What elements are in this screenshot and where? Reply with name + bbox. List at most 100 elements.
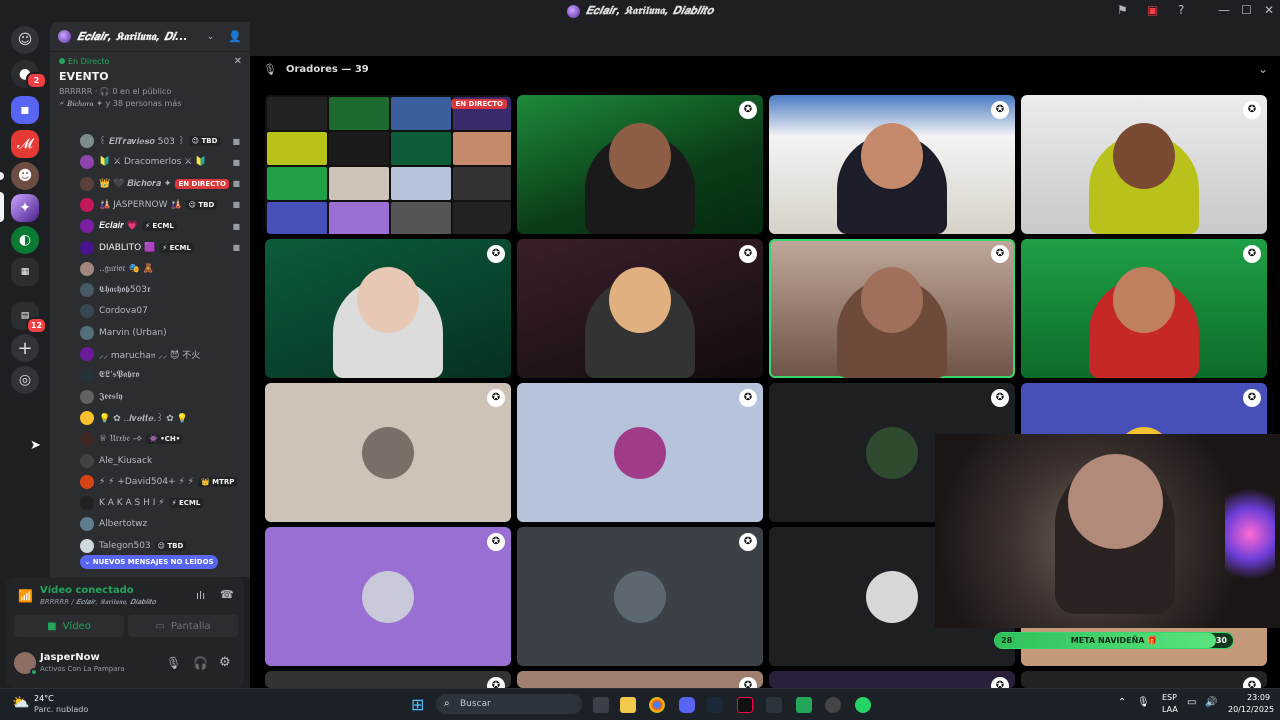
- screen-share-button[interactable]: ▭ Pantalla: [128, 615, 238, 637]
- member-row[interactable]: K A K A S H I ⚡ ⚡ ECML: [80, 493, 240, 513]
- microphone-icon[interactable]: 🎙: [166, 656, 181, 670]
- help-icon[interactable]: ?: [1178, 3, 1184, 17]
- member-row[interactable]: 𝕵𝖊𝖊𝖘𝖑𝖞: [80, 387, 240, 407]
- add-member-icon[interactable]: 👤: [228, 30, 242, 43]
- steam-icon[interactable]: [707, 697, 723, 713]
- network-icon[interactable]: ▭: [1187, 697, 1196, 708]
- member-row[interactable]: 💡 ✿ ..𝑰𝒗𝒆𝒕𝒕𝒆.꒱ ✿ 💡: [80, 408, 240, 428]
- member-row[interactable]: Albertotwz: [80, 514, 240, 534]
- discord-icon[interactable]: [679, 697, 695, 713]
- weather-icon[interactable]: ⛅: [12, 695, 29, 711]
- member-row[interactable]: ..𝔤𝔲𝔯𝔦𝔬𝔯 🎭 🧸: [80, 259, 240, 279]
- participant-video-tile[interactable]: ✪: [265, 239, 511, 378]
- member-row[interactable]: DIABLITO 🟪 ⚡ ECML ■: [80, 238, 240, 258]
- server-avatar[interactable]: ☻: [11, 162, 39, 190]
- file-explorer-icon[interactable]: [620, 697, 636, 713]
- speaker-badge-icon[interactable]: ✪: [739, 533, 757, 551]
- speaker-badge-icon[interactable]: ✪: [487, 677, 505, 688]
- weather-temp[interactable]: 24°C: [34, 694, 54, 703]
- windows-start-icon[interactable]: ⊞: [411, 695, 424, 714]
- add-server-icon[interactable]: +: [11, 334, 39, 362]
- whatsapp-icon[interactable]: [855, 697, 871, 713]
- participant-video-tile[interactable]: ✪: [769, 95, 1015, 234]
- keyboard-layout[interactable]: LAA: [1162, 705, 1178, 714]
- member-row[interactable]: 👑 🖤 𝑩𝒊𝒄𝒉𝒐𝒓𝒂 ✦ EN DIRECTO ■: [80, 174, 240, 194]
- speaker-badge-icon[interactable]: ✪: [991, 389, 1009, 407]
- discover-icon[interactable]: ◎: [11, 366, 39, 394]
- member-row[interactable]: 🎎 JASPERNOW 🎎 😉 TBD ■: [80, 195, 240, 215]
- speaker-badge-icon[interactable]: ✪: [1243, 101, 1261, 119]
- speaker-badge-icon[interactable]: ✪: [487, 533, 505, 551]
- speaker-badge-icon[interactable]: ✪: [1243, 245, 1261, 263]
- speaker-badge-icon[interactable]: ✪: [1243, 389, 1261, 407]
- speaker-badge-icon[interactable]: ✪: [991, 245, 1009, 263]
- app-icon[interactable]: [766, 697, 782, 713]
- member-row[interactable]: ⸝⸝ marucha𝔫 ⸝⸝ 😈 不火: [80, 344, 240, 364]
- speaker-badge-icon[interactable]: ✪: [487, 245, 505, 263]
- participant-video-tile[interactable]: ✪: [1021, 95, 1267, 234]
- member-row[interactable]: ♕ 𝔘𝔯𝔵𝔟𝔢 -⟡ 👾 •CH•: [80, 429, 240, 449]
- close-button[interactable]: ✕: [1264, 3, 1274, 17]
- participant-video-tile[interactable]: EN DIRECTO: [265, 95, 511, 234]
- server-folder[interactable]: ▦: [11, 258, 39, 286]
- participant-video-tile[interactable]: ✪: [769, 671, 1015, 688]
- weather-desc[interactable]: Parc. nublado: [34, 705, 88, 714]
- participant-video-tile[interactable]: ✪: [517, 671, 763, 688]
- member-row[interactable]: Marvin (Urban): [80, 323, 240, 343]
- tiktok-icon[interactable]: [737, 697, 753, 713]
- close-icon[interactable]: ✕: [234, 56, 242, 67]
- server-active[interactable]: ▪: [11, 96, 39, 124]
- speaker-badge-icon[interactable]: ✪: [991, 101, 1009, 119]
- server-green[interactable]: ◐: [11, 226, 39, 254]
- speaker-badge-icon[interactable]: ✪: [739, 389, 757, 407]
- headphones-icon[interactable]: 🎧: [193, 656, 208, 670]
- settings-gear-icon[interactable]: ⚙: [219, 655, 231, 670]
- member-row[interactable]: ꒰ 𝑬𝒍𝑻𝒓𝒂𝒗𝒊𝒆𝒔𝒐 503 ꒱ 😉 TBD ■: [80, 131, 240, 151]
- member-row[interactable]: Ale_Kiusack: [80, 451, 240, 471]
- channel-header[interactable]: 𝑬𝒄𝒍𝒂𝒊𝒓, 𝕶𝖆𝖗𝖎𝖑𝖚𝖓𝖆, 𝑫𝒊... ⌄ 👤: [50, 22, 250, 52]
- app-green-icon[interactable]: [796, 697, 812, 713]
- participant-video-tile[interactable]: ✪: [517, 95, 763, 234]
- username[interactable]: JasperNow: [40, 652, 100, 663]
- taskbar-search[interactable]: ⌕ Buscar: [436, 694, 582, 714]
- language-indicator[interactable]: ESP: [1162, 693, 1177, 702]
- chevron-down-icon[interactable]: ⌄: [1258, 62, 1268, 76]
- participant-video-tile[interactable]: ✪: [265, 671, 511, 688]
- disconnect-icon[interactable]: ☎: [220, 588, 234, 601]
- minimize-button[interactable]: —: [1218, 3, 1230, 17]
- tray-chevron-icon[interactable]: ⌃: [1118, 697, 1126, 708]
- participant-video-tile[interactable]: ✪: [517, 383, 763, 522]
- member-row[interactable]: 𝕮𝖍𝖆𝖈𝖍𝖔𝖇503𝖗: [80, 280, 240, 300]
- signal-icon[interactable]: 📶: [18, 589, 33, 603]
- clock-date[interactable]: 20/12/2025: [1228, 705, 1274, 714]
- speaker-badge-icon[interactable]: ✪: [1243, 677, 1261, 688]
- member-row[interactable]: Cordova07: [80, 301, 240, 321]
- event-panel[interactable]: En Directo EVENTO BRRRRR · 🎧 0 en el púb…: [50, 52, 250, 114]
- participant-video-tile[interactable]: ✪: [769, 239, 1015, 378]
- member-row[interactable]: 𝕰𝕷'𝖘𝕻𝖆𝖇𝖗𝖔: [80, 365, 240, 385]
- member-row[interactable]: ⚡ ⚡ +David504+ ⚡ ⚡ 👑 MTRP: [80, 472, 240, 492]
- home-discord-icon[interactable]: ☺: [11, 26, 39, 54]
- tray-mic-icon[interactable]: 🎙: [1137, 697, 1150, 708]
- participant-video-tile[interactable]: ✪: [1021, 239, 1267, 378]
- chevron-down-icon[interactable]: ⌄: [207, 32, 215, 42]
- task-view-icon[interactable]: [593, 697, 609, 713]
- inbox-icon[interactable]: ⚑: [1117, 3, 1128, 17]
- unread-messages-banner[interactable]: ⌄ NUEVOS MENSAJES NO LEÍDOS: [80, 555, 218, 569]
- voice-server[interactable]: BRRRRR / 𝑬𝒄𝒍𝒂𝒊𝒓, 𝕶𝖆𝖗𝖎𝖑𝖚𝖓𝖆, 𝑫𝒊𝒂𝒃𝒍𝒊𝒕𝒐: [40, 598, 156, 607]
- server-marca[interactable]: 𝓜: [11, 130, 39, 158]
- maximize-button[interactable]: ☐: [1241, 3, 1252, 17]
- speaker-badge-icon[interactable]: ✪: [739, 677, 757, 688]
- speaker-badge-icon[interactable]: ✪: [487, 389, 505, 407]
- member-row[interactable]: Talegon503 😉 TBD: [80, 536, 240, 556]
- speaker-badge-icon[interactable]: ✪: [991, 677, 1009, 688]
- participant-video-tile[interactable]: ✪: [265, 383, 511, 522]
- participant-video-tile[interactable]: ✪: [517, 239, 763, 378]
- participant-video-tile[interactable]: ✪: [1021, 671, 1267, 688]
- speaker-badge-icon[interactable]: ✪: [739, 101, 757, 119]
- participant-video-tile[interactable]: ✪: [517, 527, 763, 666]
- obs-icon[interactable]: [825, 697, 841, 713]
- participant-video-tile[interactable]: ✪: [265, 527, 511, 666]
- speaker-badge-icon[interactable]: ✪: [739, 245, 757, 263]
- volume-icon[interactable]: 🔊: [1205, 697, 1217, 708]
